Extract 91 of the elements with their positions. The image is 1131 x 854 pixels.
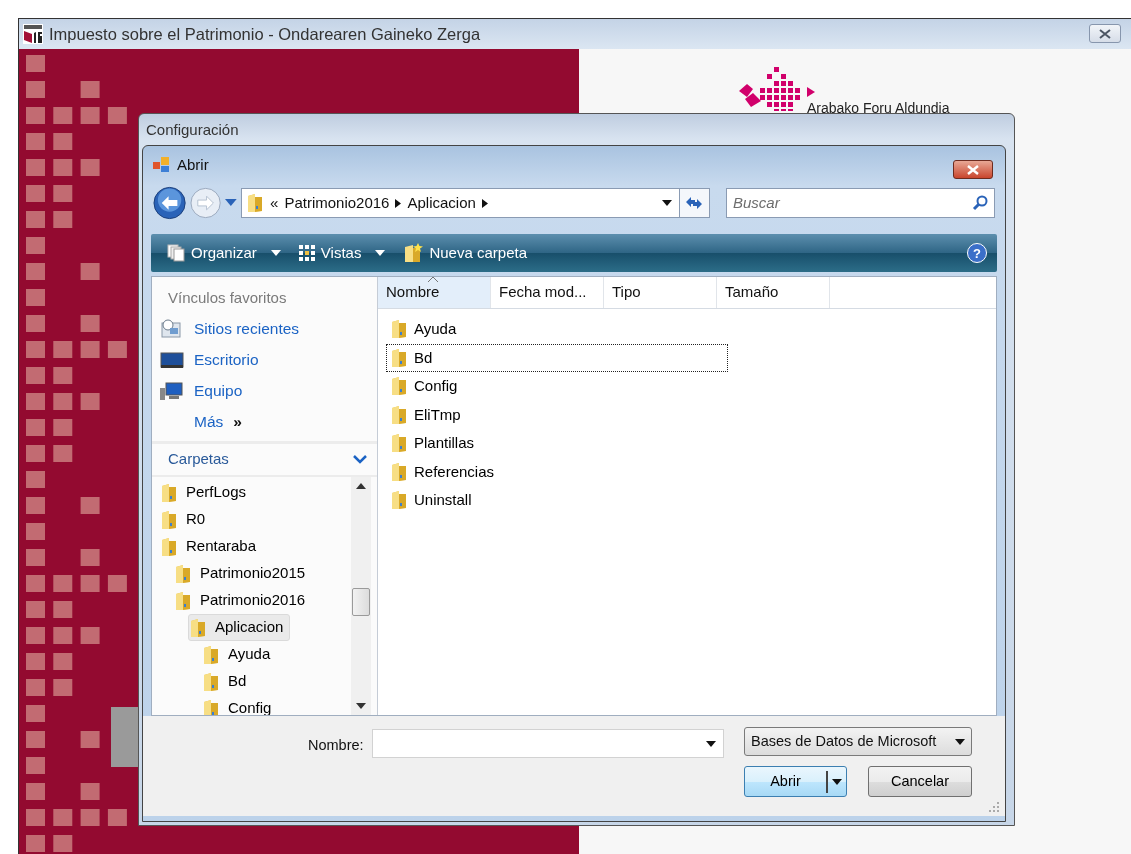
file-row[interactable]: EliTmp bbox=[386, 400, 728, 429]
logo-text: Arabako Foru Aldundia bbox=[807, 101, 950, 115]
help-button[interactable]: ? bbox=[967, 243, 987, 263]
tree-item[interactable]: R0 bbox=[160, 506, 212, 533]
scroll-thumb[interactable] bbox=[352, 588, 370, 616]
folder-icon bbox=[390, 347, 408, 368]
field-label: Nombre: bbox=[308, 736, 364, 755]
file-row[interactable]: Uninstall bbox=[386, 486, 728, 515]
close-button[interactable] bbox=[1089, 24, 1121, 43]
logo-drawing bbox=[739, 67, 801, 111]
caret-icon bbox=[270, 250, 281, 256]
menu-button[interactable]: Vistas bbox=[292, 241, 392, 265]
window-icon bbox=[153, 157, 171, 173]
refresh-button[interactable] bbox=[678, 188, 710, 218]
breadcrumb-overflow[interactable]: « bbox=[270, 191, 279, 215]
file-type-dropdown[interactable]: Bases de Datos de Microsoft bbox=[744, 727, 972, 756]
folder-icon bbox=[160, 482, 178, 503]
panel-edge bbox=[111, 707, 141, 767]
close-icon bbox=[1099, 28, 1111, 39]
triangle-icon bbox=[807, 87, 815, 97]
toolbar-button[interactable]: Nueva carpeta bbox=[397, 241, 533, 265]
computer-icon bbox=[160, 380, 184, 401]
folder-icon bbox=[160, 536, 178, 557]
folder-icon bbox=[202, 644, 220, 665]
chevron-icon bbox=[481, 198, 488, 208]
dialog-title: Abrir bbox=[177, 154, 209, 175]
menu-button[interactable]: Organizar bbox=[161, 241, 287, 265]
file-row[interactable]: Ayuda bbox=[386, 315, 728, 344]
caret-icon bbox=[661, 200, 672, 206]
tree-item[interactable]: Patrimonio2015 bbox=[174, 560, 312, 587]
folder-icon bbox=[390, 376, 408, 397]
tree-item[interactable]: Rentaraba bbox=[160, 533, 263, 560]
section-header: Vínculos favoritos bbox=[167, 288, 288, 308]
folder-icon bbox=[390, 490, 408, 511]
folder-icon bbox=[160, 509, 178, 530]
cancel-button[interactable]: Cancelar bbox=[868, 766, 972, 797]
folder-icon bbox=[202, 671, 220, 692]
scroll-up-icon[interactable] bbox=[356, 483, 366, 489]
breadcrumb-item[interactable]: Patrimonio2016 bbox=[284, 191, 390, 215]
file-row[interactable]: Config bbox=[386, 372, 728, 401]
back-button[interactable] bbox=[153, 186, 187, 220]
address-bar[interactable]: « Patrimonio2016 Aplicacion bbox=[241, 188, 680, 218]
file-row[interactable]: Bd bbox=[386, 343, 728, 372]
window-title: Impuesto sobre el Patrimonio - Ondarearen Gaineko Zerga bbox=[49, 23, 481, 45]
filename-field[interactable] bbox=[372, 729, 724, 758]
chevron-icon bbox=[395, 198, 402, 208]
tree-item[interactable]: Ayuda bbox=[202, 641, 277, 668]
column-header[interactable]: Nombre bbox=[378, 277, 491, 308]
favorite-link[interactable]: Equipo bbox=[152, 375, 377, 406]
caret-icon bbox=[832, 778, 842, 785]
search-field[interactable]: Buscar bbox=[726, 188, 995, 218]
folder-icon bbox=[390, 433, 408, 454]
chevron-down-icon[interactable] bbox=[353, 455, 367, 464]
app-icon bbox=[23, 24, 43, 44]
favorite-link[interactable]: Escritorio bbox=[152, 344, 377, 375]
caret-icon bbox=[375, 250, 386, 256]
tree-item[interactable]: Aplicacion bbox=[188, 614, 291, 641]
new-folder-icon bbox=[403, 243, 424, 263]
folder-icon bbox=[174, 563, 192, 584]
file-row[interactable]: Referencias bbox=[386, 457, 728, 486]
section-header: Carpetas bbox=[168, 449, 229, 470]
file-row[interactable]: Plantillas bbox=[386, 429, 728, 458]
folder-icon bbox=[246, 193, 265, 213]
desktop-icon bbox=[160, 349, 184, 370]
folder-icon bbox=[390, 404, 408, 425]
folder-icon bbox=[390, 461, 408, 482]
grid-icon bbox=[298, 245, 315, 261]
folder-icon bbox=[174, 590, 192, 611]
breadcrumb-item[interactable]: Aplicacion bbox=[407, 191, 476, 215]
close-icon bbox=[966, 164, 980, 175]
open-button[interactable]: Abrir bbox=[744, 766, 847, 797]
tree-item[interactable]: PerfLogs bbox=[160, 479, 253, 506]
caret-icon bbox=[706, 741, 716, 747]
caret-icon[interactable] bbox=[225, 199, 238, 207]
folder-icon bbox=[189, 617, 207, 638]
favorite-link[interactable]: Sitios recientes bbox=[152, 313, 377, 344]
scrollbar[interactable] bbox=[351, 477, 371, 715]
pages-icon bbox=[167, 244, 185, 262]
tree-item[interactable]: Patrimonio2016 bbox=[174, 587, 312, 614]
window-title: Configuración bbox=[145, 119, 240, 140]
resize-grip-icon bbox=[989, 802, 999, 812]
tree-item[interactable]: Bd bbox=[202, 668, 253, 695]
refresh-icon bbox=[685, 196, 704, 210]
caret-icon bbox=[955, 738, 965, 745]
more-link[interactable]: Más » bbox=[152, 406, 377, 437]
search-icon bbox=[972, 195, 988, 211]
scroll-down-icon[interactable] bbox=[356, 703, 366, 709]
recent-icon bbox=[160, 318, 184, 339]
folder-icon bbox=[390, 319, 408, 340]
folder-icon bbox=[202, 698, 220, 715]
close-button[interactable] bbox=[953, 160, 993, 179]
